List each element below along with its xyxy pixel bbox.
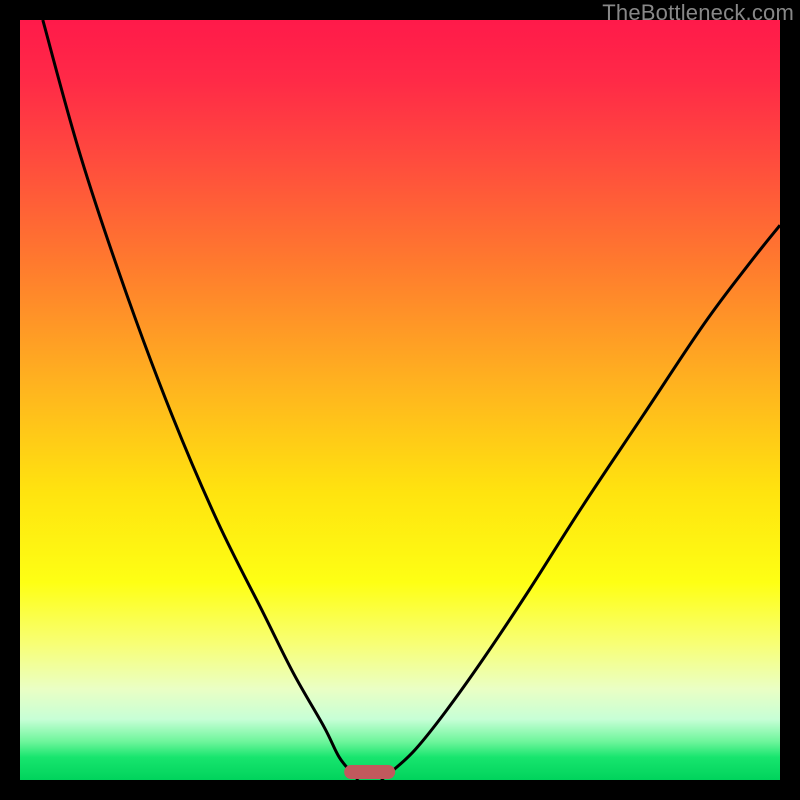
curve-right-branch — [381, 225, 780, 780]
bottleneck-curve — [20, 20, 780, 780]
chart-frame — [20, 20, 780, 780]
curve-left-branch — [43, 20, 358, 780]
bottleneck-marker — [344, 765, 396, 779]
